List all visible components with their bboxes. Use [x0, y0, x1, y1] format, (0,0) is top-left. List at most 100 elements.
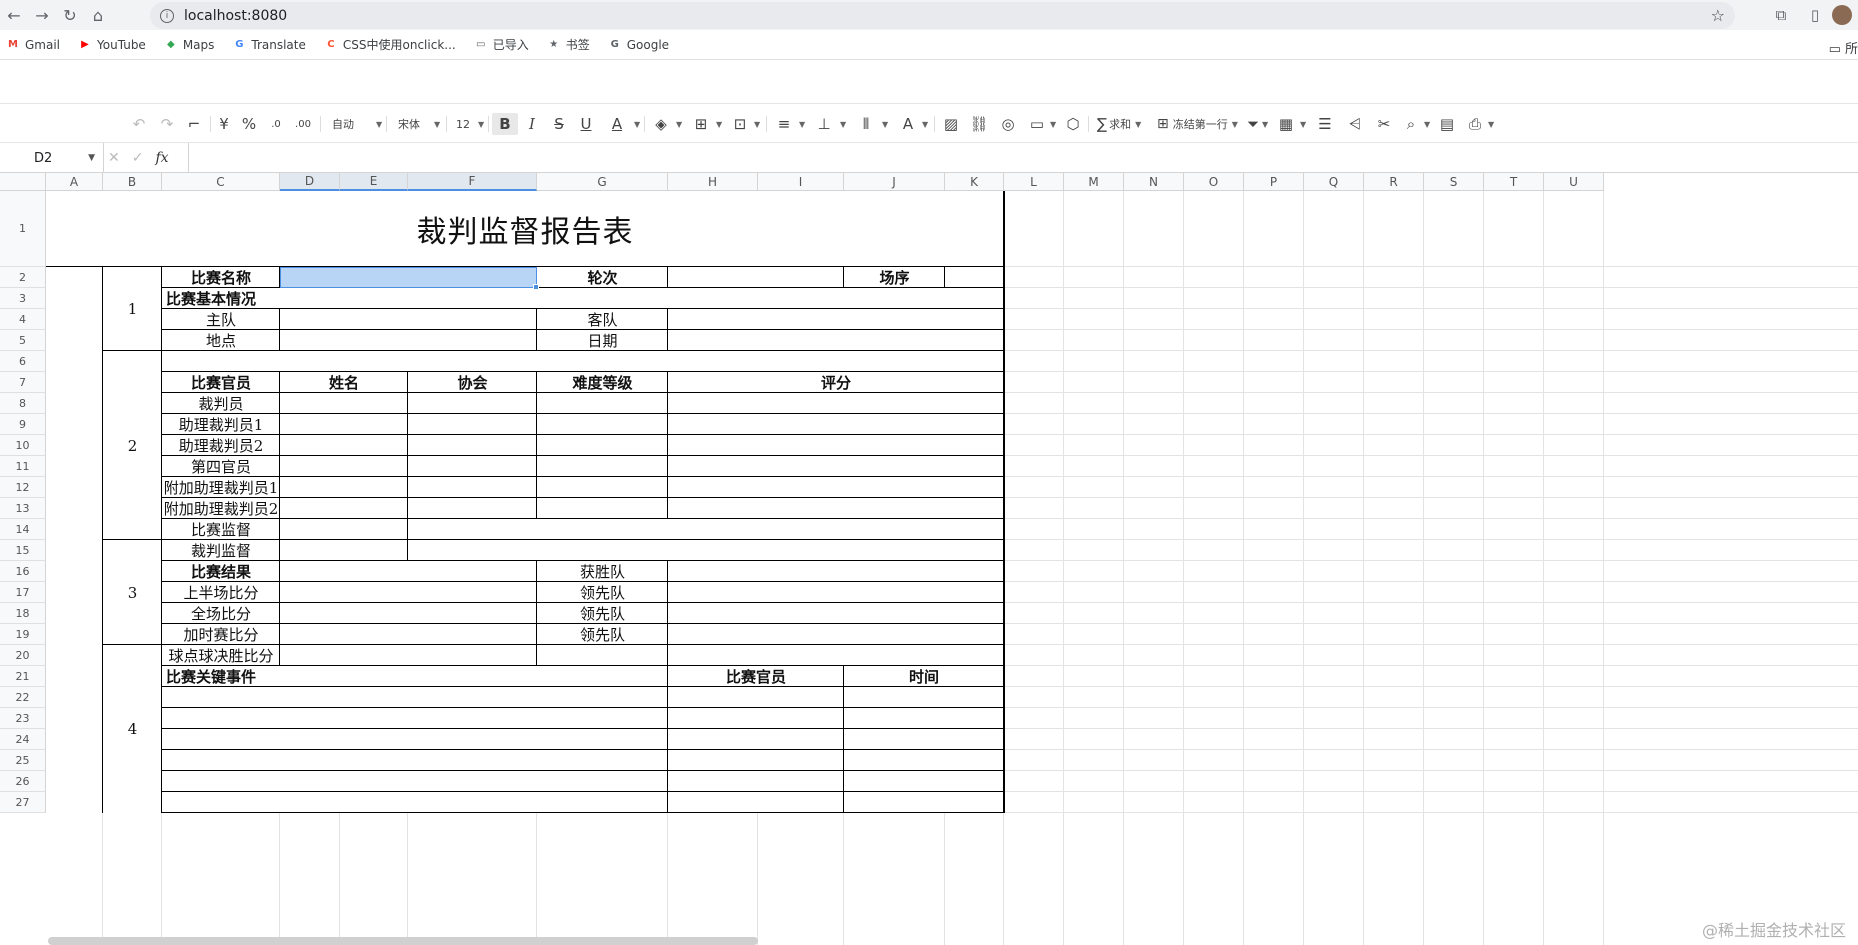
blank-cell[interactable] [537, 414, 668, 435]
row-header[interactable]: 3 [0, 288, 46, 309]
blank-cell[interactable] [844, 708, 1004, 729]
blank-cell[interactable] [46, 267, 103, 813]
row-header[interactable]: 10 [0, 435, 46, 456]
text-wrap-icon[interactable]: ⫴ [855, 113, 877, 135]
align-dropdown[interactable]: ▼ [795, 113, 805, 135]
blank-cell[interactable] [537, 519, 1004, 540]
row-header[interactable]: 23 [0, 708, 46, 729]
blank-cell[interactable] [280, 519, 408, 540]
label-match-name[interactable]: 比赛名称 [162, 267, 280, 288]
blank-cell[interactable] [668, 708, 844, 729]
blank-cell[interactable] [537, 477, 668, 498]
currency-icon[interactable]: ¥ [213, 113, 235, 135]
strikethrough-icon[interactable]: S [548, 113, 570, 135]
header-name[interactable]: 姓名 [280, 372, 408, 393]
chevron-down-icon[interactable]: ▼ [88, 153, 95, 163]
blank-cell[interactable] [844, 687, 1004, 708]
header-score[interactable]: 评分 [668, 372, 1004, 393]
column-header[interactable]: F [408, 173, 537, 191]
filter-dropdown[interactable]: ▼ [1258, 113, 1268, 135]
blank-cell[interactable] [280, 456, 408, 477]
row-header[interactable]: 16 [0, 561, 46, 582]
bookmark-item[interactable]: M Gmail [6, 38, 60, 52]
fill-color-icon[interactable]: ◈ [650, 113, 672, 135]
row-header[interactable]: 9 [0, 414, 46, 435]
blank-cell[interactable] [408, 456, 537, 477]
column-header[interactable]: H [668, 173, 758, 191]
wrap-dropdown[interactable]: ▼ [878, 113, 888, 135]
merge-dropdown[interactable]: ▼ [750, 113, 760, 135]
freeze-button[interactable]: ⊞ 冻结第一行 ▼ [1157, 113, 1238, 135]
bookmark-item[interactable]: ▭ 已导入 [474, 36, 529, 53]
sum-button[interactable]: ∑ 求和 ▼ [1097, 113, 1141, 135]
insert-chart-icon[interactable]: ◎ [997, 113, 1019, 135]
blank-cell[interactable] [408, 519, 537, 540]
vertical-align-icon[interactable]: ⊥ [813, 113, 835, 135]
blank-cell[interactable] [844, 729, 1004, 750]
horizontal-scrollbar[interactable] [48, 937, 758, 945]
bookmark-item[interactable]: ▶ YouTube [78, 38, 146, 52]
row-header[interactable]: 5 [0, 330, 46, 351]
back-icon[interactable]: ← [0, 1, 28, 29]
row-header[interactable]: 15 [0, 540, 46, 561]
blank-cell[interactable] [537, 540, 1004, 561]
column-header[interactable]: D [280, 173, 340, 191]
blank-cell[interactable] [280, 582, 537, 603]
decrease-decimal-icon[interactable]: .0 [265, 113, 287, 135]
conditional-format-icon[interactable]: ▦ [1275, 113, 1297, 135]
cancel-icon[interactable]: ✕ [108, 150, 120, 166]
percent-icon[interactable]: % [238, 113, 260, 135]
fill-color-dropdown[interactable]: ▼ [672, 113, 682, 135]
screenshot-icon[interactable]: ⬡ [1062, 113, 1084, 135]
row-header[interactable]: 22 [0, 687, 46, 708]
italic-icon[interactable]: I [521, 113, 543, 135]
score-label[interactable]: 全场比分 [162, 603, 280, 624]
section-number[interactable]: 1 [103, 267, 162, 351]
select-all-corner[interactable] [0, 173, 46, 191]
label-home[interactable]: 主队 [162, 309, 280, 330]
bookmark-item[interactable]: ★ 书签 [547, 36, 590, 53]
blank-cell[interactable] [408, 435, 537, 456]
extensions-icon[interactable]: ⧉ [1764, 6, 1798, 24]
blank-cell[interactable] [280, 498, 408, 519]
column-header[interactable]: B [103, 173, 162, 191]
blank-cell[interactable] [668, 687, 844, 708]
blank-cell[interactable] [668, 477, 1004, 498]
official-role[interactable]: 第四官员 [162, 456, 280, 477]
section-number[interactable]: 2 [103, 351, 162, 540]
conditional-format-dropdown[interactable]: ▼ [1296, 113, 1306, 135]
blank-cell[interactable] [408, 477, 537, 498]
cell-name-box[interactable]: D2 ▼ [0, 143, 104, 173]
row-header[interactable]: 2 [0, 267, 46, 288]
blank-cell[interactable] [844, 771, 1004, 792]
blank-cell[interactable] [537, 498, 668, 519]
comment-icon[interactable]: ▭ [1026, 113, 1048, 135]
row-header[interactable]: 8 [0, 393, 46, 414]
header-official[interactable]: 比赛官员 [162, 372, 280, 393]
row-header[interactable]: 19 [0, 624, 46, 645]
label-event-official[interactable]: 比赛官员 [668, 666, 844, 687]
label-venue[interactable]: 地点 [162, 330, 280, 351]
row-header[interactable]: 13 [0, 498, 46, 519]
merge-cells-icon[interactable]: ⊡ [729, 113, 751, 135]
format-painter-icon[interactable]: ⌐ [183, 113, 205, 135]
border-dropdown[interactable]: ▼ [712, 113, 722, 135]
blank-cell[interactable] [280, 645, 537, 666]
section-heading[interactable]: 比赛基本情况 [162, 288, 1004, 309]
label-key-events[interactable]: 比赛关键事件 [162, 666, 668, 687]
side-panel-icon[interactable]: ▯ [1798, 6, 1832, 24]
official-role[interactable]: 附加助理裁判员2 [162, 498, 280, 519]
score-label[interactable]: 球点球决胜比分 [162, 645, 280, 666]
data-validation-icon[interactable]: ☰ [1314, 113, 1336, 135]
label-away[interactable]: 客队 [537, 309, 668, 330]
column-header[interactable]: O [1184, 173, 1244, 191]
blank-cell[interactable] [280, 540, 408, 561]
blank-cell[interactable] [844, 792, 1004, 813]
row-header[interactable]: 25 [0, 750, 46, 771]
blank-cell[interactable] [537, 456, 668, 477]
row-header[interactable]: 7 [0, 372, 46, 393]
search-dropdown[interactable]: ▼ [1420, 113, 1430, 135]
header-assoc[interactable]: 协会 [408, 372, 537, 393]
column-header[interactable]: N [1124, 173, 1184, 191]
comment-dropdown[interactable]: ▼ [1046, 113, 1056, 135]
